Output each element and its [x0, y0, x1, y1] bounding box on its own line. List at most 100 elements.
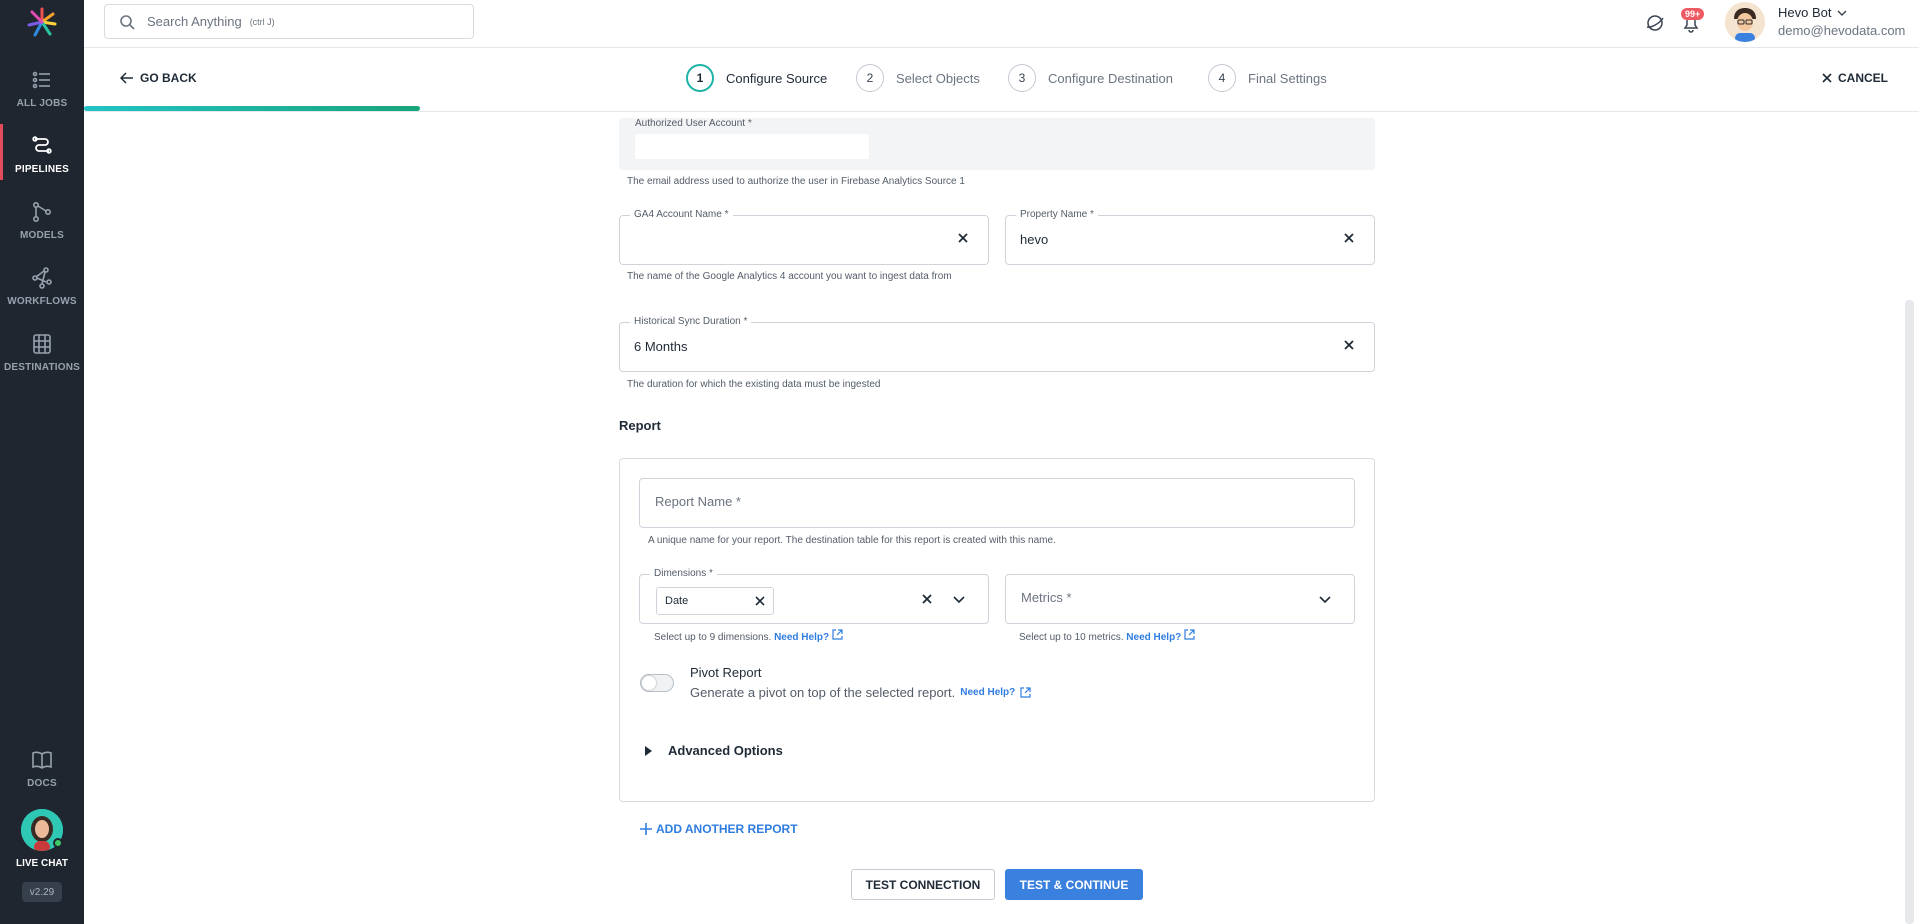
- user-menu[interactable]: Hevo Bot: [1778, 5, 1847, 20]
- sidebar-item-destinations[interactable]: DESTINATIONS: [0, 328, 84, 390]
- avatar[interactable]: [1725, 2, 1765, 42]
- clear-icon[interactable]: [921, 593, 933, 605]
- step-number: 3: [1008, 64, 1036, 92]
- clear-icon[interactable]: [1343, 339, 1355, 351]
- auth-label: Authorized User Account *: [635, 118, 752, 129]
- add-another-report-button[interactable]: ADD ANOTHER REPORT: [640, 822, 798, 836]
- field-placeholder: Report Name *: [655, 494, 741, 509]
- metrics-select[interactable]: Metrics *: [1005, 574, 1355, 624]
- pivot-report-title: Pivot Report: [690, 665, 762, 680]
- chevron-down-icon[interactable]: [1318, 593, 1332, 605]
- scrollbar[interactable]: [1905, 300, 1914, 924]
- top-bar: Search Anything (ctrl J) 99+ Hevo Bot de…: [84, 0, 1919, 48]
- sidebar-item-docs[interactable]: DOCS: [0, 744, 84, 806]
- pipeline-icon: [32, 136, 52, 154]
- wizard-step-final-settings[interactable]: 4 Final Settings: [1208, 64, 1327, 92]
- dimensions-select[interactable]: Dimensions * Date: [639, 568, 989, 624]
- field-label: Property Name *: [1016, 209, 1098, 220]
- field-label: GA4 Account Name *: [630, 209, 733, 220]
- test-connection-button[interactable]: TEST CONNECTION: [851, 869, 995, 900]
- version-badge: v2.29: [22, 882, 62, 902]
- list-icon: [32, 71, 50, 89]
- report-section-title: Report: [619, 418, 661, 433]
- step-number: 1: [686, 64, 714, 92]
- dimensions-hint: Select up to 9 dimensions. Need Help?: [654, 629, 843, 645]
- advanced-options-toggle[interactable]: Advanced Options: [644, 743, 783, 758]
- sidebar: ALL JOBS PIPELINES MODELS WORKFLOWS DEST…: [0, 0, 84, 924]
- external-link-icon[interactable]: [1020, 687, 1031, 698]
- report-name-input[interactable]: Report Name *: [639, 478, 1355, 528]
- field-value: 6 Months: [634, 339, 688, 354]
- book-icon: [32, 751, 52, 769]
- external-link-icon[interactable]: [832, 629, 843, 640]
- destinations-icon: [33, 334, 51, 354]
- dimension-chip: Date: [656, 587, 774, 615]
- remove-chip-icon[interactable]: [755, 596, 765, 606]
- need-help-link[interactable]: Need Help?: [960, 687, 1015, 698]
- step-label: Configure Destination: [1048, 70, 1174, 86]
- toggle-knob: [642, 676, 656, 690]
- step-number: 2: [856, 64, 884, 92]
- sidebar-item-label: PIPELINES: [14, 164, 70, 175]
- sidebar-item-workflows[interactable]: WORKFLOWS: [0, 262, 84, 324]
- authorized-user-account-field[interactable]: [635, 134, 869, 159]
- user-avatar-icon: [1725, 2, 1765, 42]
- sidebar-item-label: ALL JOBS: [16, 98, 68, 109]
- property-name-field[interactable]: Property Name * hevo: [1005, 209, 1375, 265]
- wizard-progress-bar: [84, 106, 420, 111]
- clear-icon[interactable]: [1343, 232, 1355, 244]
- metrics-hint-text: Select up to 10 metrics.: [1019, 632, 1124, 643]
- advanced-options-label: Advanced Options: [668, 743, 783, 758]
- models-icon: [32, 201, 52, 222]
- cancel-button[interactable]: CANCEL: [1822, 71, 1888, 85]
- wizard-step-select-objects[interactable]: 2 Select Objects: [856, 64, 980, 92]
- sidebar-item-pipelines[interactable]: PIPELINES: [0, 124, 84, 192]
- step-label: Select Objects: [896, 70, 980, 86]
- historical-sync-duration-field[interactable]: Historical Sync Duration * 6 Months: [619, 316, 1375, 372]
- sidebar-item-label: DOCS: [27, 778, 57, 789]
- workflows-icon: [32, 267, 52, 289]
- chevron-down-icon[interactable]: [952, 593, 966, 605]
- sidebar-item-label: DESTINATIONS: [3, 362, 81, 373]
- wizard-step-configure-source[interactable]: 1 Configure Source: [686, 64, 827, 92]
- step-label: Configure Source: [726, 70, 828, 86]
- search-shortcut: (ctrl J): [249, 16, 275, 27]
- step-label: Final Settings: [1248, 70, 1327, 86]
- sidebar-item-label: WORKFLOWS: [7, 296, 77, 307]
- report-name-hint: A unique name for your report. The desti…: [648, 535, 1056, 546]
- planet-icon[interactable]: [1644, 12, 1666, 34]
- metrics-hint: Select up to 10 metrics. Need Help?: [1019, 629, 1195, 645]
- search-input[interactable]: Search Anything (ctrl J): [104, 4, 474, 39]
- field-label: Historical Sync Duration *: [630, 316, 752, 327]
- wizard-step-configure-destination[interactable]: 3 Configure Destination: [1008, 64, 1173, 92]
- step-number: 4: [1208, 64, 1236, 92]
- hevo-logo-icon[interactable]: [26, 6, 58, 38]
- auth-hint: The email address used to authorize the …: [627, 176, 965, 187]
- field-label: Dimensions *: [650, 568, 717, 579]
- wizard-steps-bar: GO BACK 1 Configure Source 2 Select Obje…: [84, 49, 1919, 112]
- test-and-continue-button[interactable]: TEST & CONTINUE: [1005, 869, 1143, 900]
- live-chat-label[interactable]: LIVE CHAT: [0, 858, 84, 869]
- chip-label: Date: [665, 595, 689, 607]
- pivot-report-toggle[interactable]: [640, 674, 674, 692]
- ga4-account-name-field[interactable]: GA4 Account Name *: [619, 209, 989, 265]
- user-name: Hevo Bot: [1778, 5, 1832, 20]
- go-back-button[interactable]: GO BACK: [120, 71, 197, 85]
- online-status-dot: [53, 838, 63, 848]
- sidebar-item-all-jobs[interactable]: ALL JOBS: [0, 64, 84, 126]
- search-icon: [120, 14, 135, 30]
- clear-icon[interactable]: [957, 232, 969, 244]
- sidebar-item-label: MODELS: [20, 230, 64, 241]
- need-help-link[interactable]: Need Help?: [1126, 632, 1181, 643]
- sidebar-item-models[interactable]: MODELS: [0, 196, 84, 258]
- go-back-label: GO BACK: [140, 71, 197, 85]
- caret-right-icon: [645, 745, 652, 756]
- cancel-label: CANCEL: [1838, 71, 1888, 85]
- external-link-icon[interactable]: [1184, 629, 1195, 640]
- pivot-desc-text: Generate a pivot on top of the selected …: [690, 685, 956, 700]
- ga4-hint: The name of the Google Analytics 4 accou…: [627, 271, 952, 282]
- arrow-left-icon: [120, 72, 133, 84]
- search-placeholder: Search Anything: [147, 14, 242, 29]
- field-value: hevo: [1020, 232, 1049, 247]
- need-help-link[interactable]: Need Help?: [774, 632, 829, 643]
